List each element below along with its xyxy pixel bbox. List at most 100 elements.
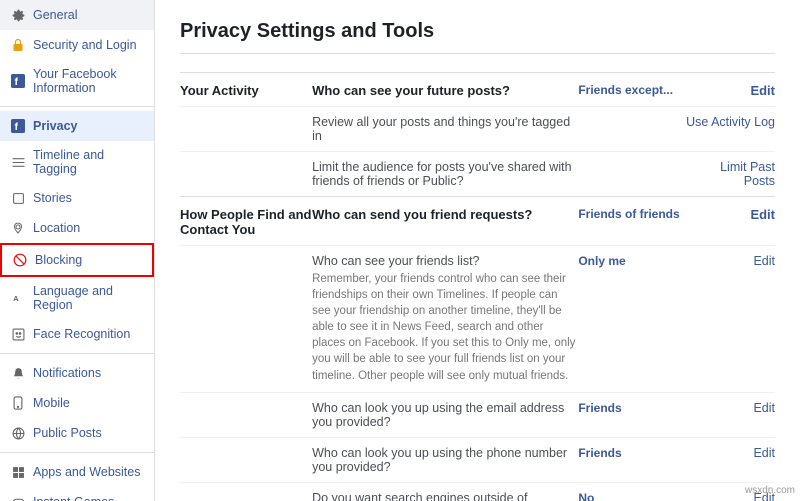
row-action[interactable]: Edit <box>686 246 775 393</box>
row-action[interactable]: Edit <box>686 437 775 482</box>
row-value <box>578 107 685 152</box>
sidebar-item-label: Privacy <box>33 119 77 133</box>
sidebar-item-apps-websites[interactable]: Apps and Websites <box>0 457 154 487</box>
section-first-desc: Who can send you friend requests? <box>312 197 578 246</box>
sidebar-item-label: Timeline and Tagging <box>33 148 144 176</box>
svg-text:f: f <box>15 121 19 133</box>
row-value: No <box>578 482 685 501</box>
svg-text:A: A <box>13 294 19 303</box>
sidebar-item-label: Instant Games <box>33 495 114 501</box>
row-action[interactable]: Use Activity Log <box>686 107 775 152</box>
general-icon <box>10 7 26 23</box>
sidebar-item-security-login[interactable]: Security and Login <box>0 30 154 60</box>
instant-games-icon <box>10 494 26 501</box>
location-icon <box>10 220 26 236</box>
row-action[interactable]: Edit <box>686 392 775 437</box>
table-row: Who can look you up using the email addr… <box>180 392 775 437</box>
sidebar-divider <box>0 353 154 354</box>
sidebar-item-location[interactable]: Location <box>0 213 154 243</box>
sidebar-item-label: Mobile <box>33 396 70 410</box>
page-title: Privacy Settings and Tools <box>180 20 775 54</box>
section-first-action[interactable]: Edit <box>686 73 775 107</box>
sidebar-item-label: Apps and Websites <box>33 465 140 479</box>
sidebar-item-facebook-info[interactable]: f Your Facebook Information <box>0 60 154 102</box>
mobile-icon <box>10 395 26 411</box>
sidebar-divider <box>0 452 154 453</box>
table-row: Limit the audience for posts you've shar… <box>180 152 775 197</box>
table-row: Who can look you up using the phone numb… <box>180 437 775 482</box>
sidebar-item-label: Language and Region <box>33 284 144 312</box>
sidebar-item-label: General <box>33 8 77 22</box>
row-value: Friends <box>578 437 685 482</box>
row-action[interactable]: Limit Past Posts <box>686 152 775 197</box>
row-section-empty <box>180 392 312 437</box>
timeline-tagging-icon <box>10 154 26 170</box>
section-label: How People Find and Contact You <box>180 197 312 246</box>
row-desc-cell: Who can look you up using the email addr… <box>312 392 578 437</box>
sidebar-divider <box>0 106 154 107</box>
public-posts-icon <box>10 425 26 441</box>
sidebar-item-public-posts[interactable]: Public Posts <box>0 418 154 448</box>
section-first-action[interactable]: Edit <box>686 197 775 246</box>
row-value: Friends <box>578 392 685 437</box>
sidebar-item-general[interactable]: General <box>0 0 154 30</box>
section-first-value: Friends except... <box>578 73 685 107</box>
sidebar-item-instant-games[interactable]: Instant Games <box>0 487 154 501</box>
row-description: Do you want search engines outside of Fa… <box>312 491 578 501</box>
stories-icon <box>10 190 26 206</box>
sidebar-item-label: Stories <box>33 191 72 205</box>
section-label: Your Activity <box>180 73 312 107</box>
sidebar-item-label: Blocking <box>35 253 82 267</box>
table-row: Review all your posts and things you're … <box>180 107 775 152</box>
security-login-icon <box>10 37 26 53</box>
row-value <box>578 152 685 197</box>
sidebar-item-timeline-tagging[interactable]: Timeline and Tagging <box>0 141 154 183</box>
sidebar-item-label: Public Posts <box>33 426 102 440</box>
sidebar-item-mobile[interactable]: Mobile <box>0 388 154 418</box>
language-region-icon: A <box>10 290 26 306</box>
sidebar-item-label: Location <box>33 221 80 235</box>
row-desc-cell: Who can look you up using the phone numb… <box>312 437 578 482</box>
row-subdescription: Remember, your friends control who can s… <box>312 271 578 384</box>
row-description: Who can look you up using the phone numb… <box>312 446 578 474</box>
section-first-desc: Who can see your future posts? <box>312 73 578 107</box>
section-first-value: Friends of friends <box>578 197 685 246</box>
row-desc-cell: Review all your posts and things you're … <box>312 107 578 152</box>
blocking-icon <box>12 252 28 268</box>
section-header: Your Activity Who can see your future po… <box>180 73 775 107</box>
sidebar-item-blocking[interactable]: Blocking <box>0 243 154 277</box>
table-row: Do you want search engines outside of Fa… <box>180 482 775 501</box>
sidebar-item-stories[interactable]: Stories <box>0 183 154 213</box>
privacy-icon: f <box>10 118 26 134</box>
main-content: Privacy Settings and Tools Your Activity… <box>155 0 800 501</box>
sidebar-item-label: Your Facebook Information <box>33 67 144 95</box>
apps-websites-icon <box>10 464 26 480</box>
sidebar-item-notifications[interactable]: Notifications <box>0 358 154 388</box>
sidebar-item-language-region[interactable]: A Language and Region <box>0 277 154 319</box>
sidebar-item-face-recognition[interactable]: Face Recognition <box>0 319 154 349</box>
facebook-info-icon: f <box>10 73 26 89</box>
face-recognition-icon <box>10 326 26 342</box>
section-header: How People Find and Contact You Who can … <box>180 197 775 246</box>
svg-text:f: f <box>15 76 19 88</box>
row-desc-cell: Limit the audience for posts you've shar… <box>312 152 578 197</box>
row-section-empty <box>180 437 312 482</box>
sidebar-item-privacy[interactable]: f Privacy <box>0 111 154 141</box>
settings-table: Your Activity Who can see your future po… <box>180 72 775 501</box>
row-description: Limit the audience for posts you've shar… <box>312 160 578 188</box>
watermark: wsxdn.com <box>745 485 795 496</box>
sidebar: General Security and Login f Your Facebook … <box>0 0 155 501</box>
sidebar-item-label: Security and Login <box>33 38 137 52</box>
notifications-icon <box>10 365 26 381</box>
row-value: Only me <box>578 246 685 393</box>
row-desc-cell: Do you want search engines outside of Fa… <box>312 482 578 501</box>
row-section-empty <box>180 152 312 197</box>
row-section-empty <box>180 246 312 393</box>
row-description: Who can look you up using the email addr… <box>312 401 578 429</box>
row-section-empty <box>180 482 312 501</box>
row-description: Review all your posts and things you're … <box>312 115 578 143</box>
row-description: Who can see your friends list? <box>312 254 578 268</box>
sidebar-item-label: Face Recognition <box>33 327 130 341</box>
sidebar-item-label: Notifications <box>33 366 101 380</box>
table-row: Who can see your friends list? Remember, … <box>180 246 775 393</box>
